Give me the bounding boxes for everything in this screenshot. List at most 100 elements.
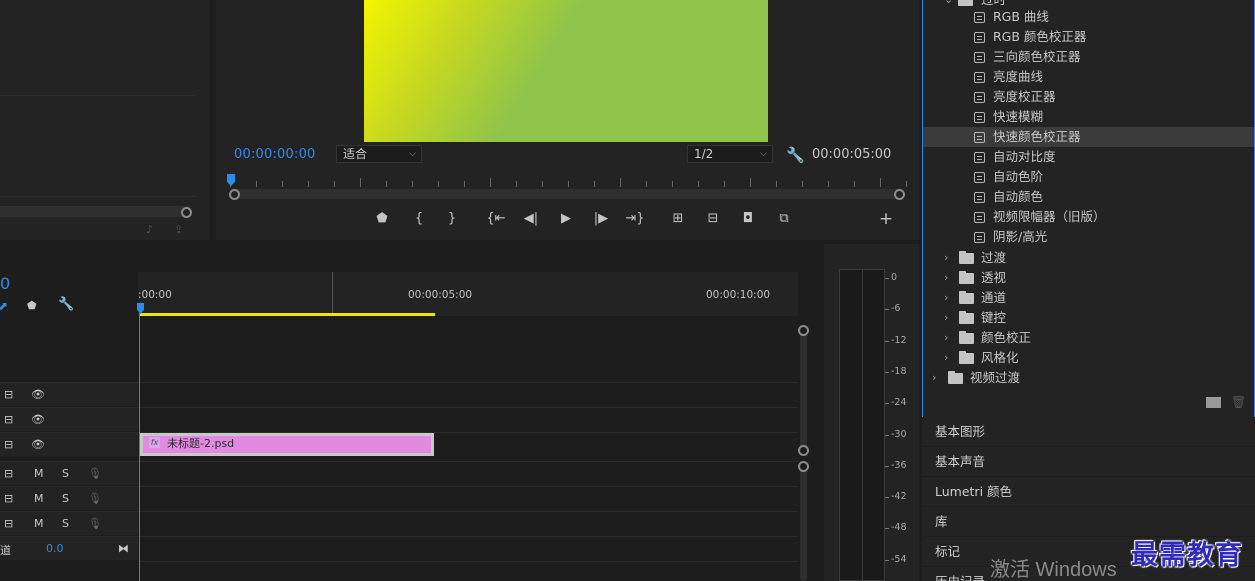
track-lane[interactable] <box>138 561 798 581</box>
mute-button[interactable]: M <box>34 492 44 505</box>
timeline-clip[interactable]: fx 未标题-2.psd <box>140 433 434 456</box>
effect-preset-icon <box>974 12 985 23</box>
mix-volume-value[interactable]: 0.0 <box>46 542 64 555</box>
effect-folder[interactable]: › 键控 <box>923 308 1254 328</box>
step-forward-icon[interactable]: |▶ <box>589 208 613 230</box>
zoom-end-handle[interactable] <box>894 189 905 200</box>
audio-track-lane[interactable] <box>138 511 798 535</box>
audio-drag-icon[interactable]: ♪ <box>146 223 153 236</box>
zoom-start-handle[interactable] <box>229 189 240 200</box>
lift-icon[interactable]: ⊞ <box>666 208 690 230</box>
video-track-lane[interactable] <box>138 407 798 431</box>
scroll-handle[interactable] <box>798 445 809 456</box>
mix-pan-icon[interactable]: ⧓ <box>118 542 129 555</box>
toggle-sync-lock-icon[interactable]: ⊟ <box>4 413 13 426</box>
scroll-handle[interactable] <box>798 461 809 472</box>
folder-label: 透视 <box>981 270 1007 285</box>
toggle-sync-lock-icon[interactable]: ⊟ <box>4 467 13 480</box>
eye-icon[interactable]: 👁 <box>31 388 45 401</box>
effect-folder[interactable]: › 通道 <box>923 288 1254 308</box>
effect-label: 视频限幅器（旧版） <box>993 209 1106 224</box>
duration-timecode: 00:00:05:00 <box>812 147 892 162</box>
timeline-timecode[interactable]: 0 <box>0 274 10 293</box>
video-track-lane[interactable] <box>138 382 798 406</box>
folder-video-transitions[interactable]: › 视频过渡 <box>923 368 1254 388</box>
new-bin-folder-icon[interactable] <box>1206 397 1221 408</box>
effect-item[interactable]: 阴影/高光 <box>923 227 1254 247</box>
extract-icon[interactable]: ⊟ <box>701 208 725 230</box>
microphone-icon[interactable]: 🎙 <box>88 467 102 480</box>
trash-icon[interactable]: 🗑 <box>1231 395 1246 409</box>
button-editor-plus-icon[interactable]: + <box>874 208 898 230</box>
zoom-level-dropdown[interactable]: 适合 ⌵ <box>336 145 422 163</box>
add-marker-icon[interactable]: ⬟ <box>27 299 37 312</box>
audio-track-lane[interactable] <box>138 486 798 510</box>
work-area-bar[interactable] <box>140 313 435 316</box>
playhead-timecode[interactable]: 00:00:00:00 <box>234 147 316 162</box>
go-to-out-icon[interactable]: ⇥} <box>623 208 647 230</box>
effect-item[interactable]: 三向颜色校正器 <box>923 47 1254 67</box>
toggle-sync-lock-icon[interactable]: ⊟ <box>4 388 13 401</box>
video-preview[interactable] <box>364 0 768 142</box>
snap-icon[interactable]: ⬈ <box>0 299 8 313</box>
ruler-tick <box>724 181 725 187</box>
solo-button[interactable]: S <box>62 467 69 480</box>
playback-resolution-dropdown[interactable]: 1/2 ⌵ <box>687 145 773 163</box>
mix-track-lane[interactable] <box>138 536 798 560</box>
effect-item[interactable]: 亮度校正器 <box>923 87 1254 107</box>
collapsed-panel-tab[interactable]: Lumetri 颜色 <box>922 477 1255 506</box>
mark-in-icon[interactable]: { <box>407 208 431 230</box>
audio-track-lane[interactable] <box>138 461 798 485</box>
timeline-vertical-scrollbar[interactable] <box>798 325 810 581</box>
scroll-track[interactable] <box>800 467 807 581</box>
collapsed-panel-tab[interactable]: 基本图形 <box>922 417 1255 446</box>
effect-folder[interactable]: › 过渡 <box>923 248 1254 268</box>
effect-folder[interactable]: › 风格化 <box>923 348 1254 368</box>
effect-folder[interactable]: › 透视 <box>923 268 1254 288</box>
comparison-view-icon[interactable]: ⧉ <box>772 208 796 230</box>
solo-button[interactable]: S <box>62 517 69 530</box>
effect-item[interactable]: 自动色阶 <box>923 167 1254 187</box>
source-scroll-handle[interactable] <box>181 207 192 218</box>
monitor-zoom-scrollbar[interactable] <box>234 189 902 199</box>
effect-item[interactable]: 自动颜色 <box>923 187 1254 207</box>
collapsed-panel-tab[interactable]: 基本声音 <box>922 447 1255 476</box>
toggle-sync-lock-icon[interactable]: ⊟ <box>4 438 13 451</box>
effect-item[interactable]: RGB 曲线 <box>923 7 1254 27</box>
settings-wrench-icon[interactable]: 🔧 <box>786 146 805 164</box>
export-icon[interactable]: ⇪ <box>174 223 183 236</box>
db-label: -54 <box>885 553 907 565</box>
step-back-icon[interactable]: ◀| <box>519 208 543 230</box>
eye-icon[interactable]: 👁 <box>31 438 45 451</box>
export-frame-camera-icon[interactable]: ◘ <box>736 208 760 230</box>
play-icon[interactable]: ▶ <box>554 208 578 230</box>
effect-item[interactable]: 自动对比度 <box>923 147 1254 167</box>
effect-item[interactable]: 亮度曲线 <box>923 67 1254 87</box>
effect-item[interactable]: 快速模糊 <box>923 107 1254 127</box>
go-to-in-icon[interactable]: {⇤ <box>484 208 508 230</box>
folder-icon <box>959 291 974 304</box>
effect-folder[interactable]: › 颜色校正 <box>923 328 1254 348</box>
microphone-icon[interactable]: 🎙 <box>88 492 102 505</box>
timeline-settings-wrench-icon[interactable]: 🔧 <box>58 297 74 312</box>
effect-item[interactable]: RGB 颜色校正器 <box>923 27 1254 47</box>
eye-icon[interactable]: 👁 <box>31 413 45 426</box>
collapsed-panel-tab[interactable]: 库 <box>922 507 1255 536</box>
add-marker-icon[interactable]: ⬟ <box>370 208 394 230</box>
db-label: 0 <box>884 272 898 283</box>
toggle-sync-lock-icon[interactable]: ⊟ <box>4 492 13 505</box>
effect-item[interactable]: 快速颜色校正器 <box>923 127 1254 147</box>
scroll-track[interactable] <box>800 331 807 451</box>
scroll-handle[interactable] <box>798 325 809 336</box>
mute-button[interactable]: M <box>34 467 44 480</box>
microphone-icon[interactable]: 🎙 <box>88 517 102 530</box>
effect-label: 快速模糊 <box>993 109 1044 124</box>
source-scrollbar[interactable] <box>0 206 190 217</box>
mark-out-icon[interactable]: } <box>440 208 464 230</box>
solo-button[interactable]: S <box>62 492 69 505</box>
toggle-sync-lock-icon[interactable]: ⊟ <box>4 517 13 530</box>
mute-button[interactable]: M <box>34 517 44 530</box>
audio-track-header: ⊟ M S 🎙 <box>0 486 138 510</box>
effect-item[interactable]: 视频限幅器（旧版） <box>923 207 1254 227</box>
monitor-time-ruler[interactable] <box>230 176 907 190</box>
